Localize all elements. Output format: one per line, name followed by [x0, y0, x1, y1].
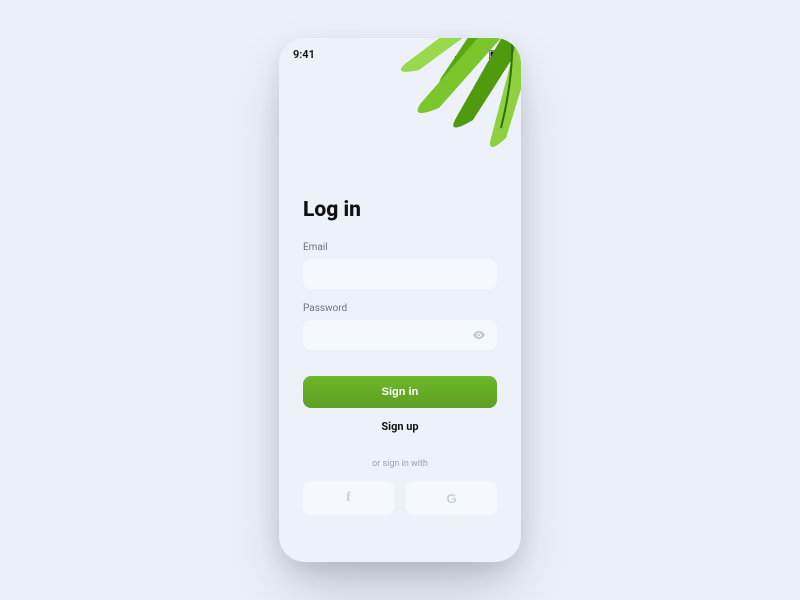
password-label: Password — [303, 303, 497, 314]
google-button[interactable]: G — [406, 481, 497, 515]
password-field[interactable] — [303, 320, 497, 350]
google-icon: G — [446, 491, 456, 506]
signal-icon — [455, 50, 468, 59]
sign-up-link[interactable]: Sign up — [303, 420, 497, 433]
social-divider: or sign in with — [303, 459, 497, 469]
sign-in-button[interactable]: Sign in — [303, 376, 497, 408]
eye-icon — [472, 328, 486, 342]
password-reveal-button[interactable] — [469, 320, 489, 350]
social-row: f G — [303, 481, 497, 515]
email-label: Email — [303, 242, 497, 253]
status-time: 9:41 — [293, 48, 315, 61]
login-form: Log in Email Password Sign in Sign up or… — [303, 198, 497, 546]
phone-frame: 9:41 Log in Email Password Sign in Sign … — [279, 38, 521, 562]
facebook-button[interactable]: f — [303, 481, 394, 515]
facebook-icon: f — [346, 490, 351, 506]
battery-icon — [489, 50, 507, 59]
status-bar: 9:41 — [279, 48, 521, 61]
page-title: Log in — [303, 198, 497, 222]
wifi-icon — [472, 50, 485, 59]
email-field[interactable] — [303, 259, 497, 289]
status-indicators — [455, 50, 507, 59]
